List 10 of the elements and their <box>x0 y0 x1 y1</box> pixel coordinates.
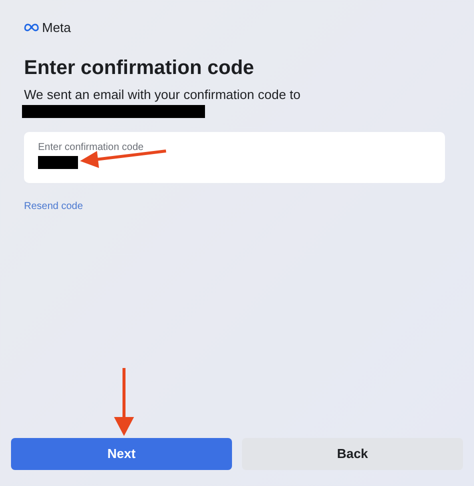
resend-code-link[interactable]: Resend code <box>24 198 83 214</box>
annotation-arrow-icon <box>112 367 136 437</box>
back-button[interactable]: Back <box>242 438 463 470</box>
field-label: Enter confirmation code <box>38 142 145 154</box>
page-title: Enter confirmation code <box>24 56 256 80</box>
brand-name: Meta <box>42 19 71 37</box>
next-button[interactable]: Next <box>11 438 232 470</box>
infinity-logo-icon <box>24 23 39 32</box>
instruction-text: We sent an email with your confirmation code to <box>24 86 302 103</box>
code-input-field[interactable]: Enter confirmation code <box>24 132 445 183</box>
